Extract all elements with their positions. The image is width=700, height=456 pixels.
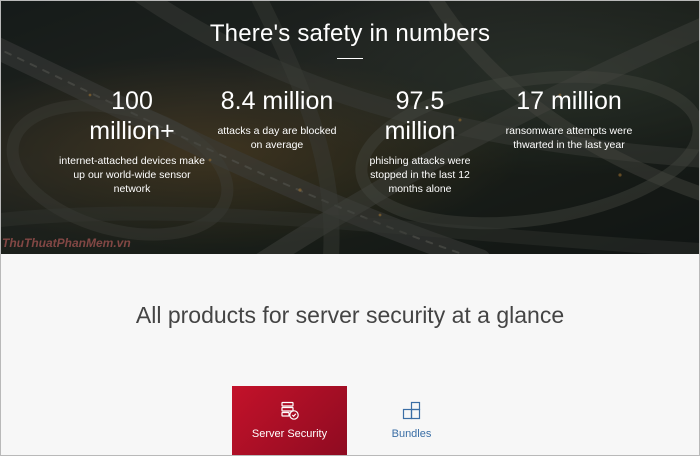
bundles-icon [402, 401, 420, 420]
tab-bundles[interactable]: Bundles [354, 386, 469, 456]
stat-attacks: 8.4 million attacks a day are blocked on… [202, 86, 352, 152]
stat-ransomware: 17 million ransomware attempts were thwa… [494, 86, 644, 152]
stat-number: 97.5 million [384, 87, 456, 145]
tab-label: Server Security [251, 428, 328, 440]
tab-server-security[interactable]: Server Security [232, 386, 347, 456]
watermark: ThuThuatPhanMem.vn [2, 236, 131, 250]
stat-phishing: 97.5 million phishing attacks were stopp… [345, 86, 495, 196]
stat-description: attacks a day are blocked on average [217, 125, 337, 151]
stat-description: internet-attached devices make up our wo… [59, 155, 205, 195]
hero-title: There's safety in numbers [209, 20, 491, 47]
hero-title-divider [337, 58, 363, 59]
stat-number: 17 million [516, 87, 622, 115]
stat-number: 8.4 million [220, 87, 334, 115]
server-shield-icon [280, 401, 299, 420]
stat-description: phishing attacks were stopped in the las… [369, 155, 471, 195]
tab-label: Bundles [391, 428, 432, 440]
hero-banner: There's safety in numbers 100 million+ i… [0, 0, 700, 254]
stat-devices: 100 million+ internet-attached devices m… [57, 86, 207, 196]
stat-description: ransomware attempts were thwarted in the… [505, 125, 633, 151]
products-section-title: All products for server security at a gl… [135, 302, 565, 328]
stat-number: 100 million+ [89, 87, 175, 145]
